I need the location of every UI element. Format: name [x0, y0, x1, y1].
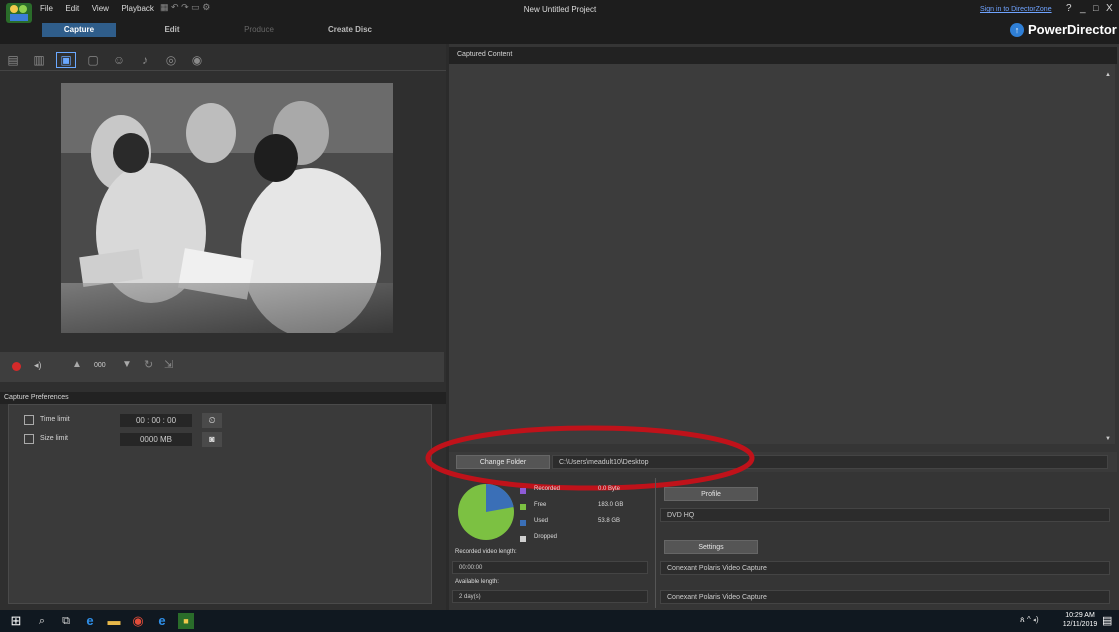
recorded-color-swatch — [520, 488, 526, 494]
refresh-icon[interactable]: ↻ — [144, 358, 156, 371]
legend-free-value: 183.0 GB — [598, 502, 624, 508]
minimize-button[interactable]: _ — [1080, 3, 1092, 14]
close-button[interactable]: X — [1106, 3, 1118, 14]
time-limit-label: Time limit — [40, 416, 70, 423]
help-button[interactable]: ? — [1066, 3, 1078, 14]
used-color-swatch — [520, 520, 526, 526]
recorded-length-label: Recorded video length: — [455, 549, 517, 555]
digital-tv-icon[interactable]: ▢ — [84, 53, 102, 67]
clock-date[interactable]: 12/11/2019 — [1060, 621, 1100, 628]
snapshot-camera-icon[interactable]: ◙ — [202, 432, 222, 447]
available-length-value: 2 day(s) — [452, 590, 648, 603]
dropped-color-swatch — [520, 536, 526, 542]
system-tray-icons[interactable]: ጰ ^ ◂) — [1020, 615, 1060, 625]
channel-counter: 000 — [94, 362, 106, 369]
webcam-icon[interactable]: ☺ — [110, 53, 128, 67]
time-limit-timer-icon[interactable]: ⏲ — [202, 413, 222, 428]
legend-free-label: Free — [534, 502, 547, 508]
capture-device-video: Conexant Polaris Video Capture — [660, 561, 1110, 575]
captured-content-header: Captured Content — [449, 47, 1117, 64]
capture-device-audio: Conexant Polaris Video Capture — [660, 590, 1110, 604]
menu-edit[interactable]: Edit — [65, 4, 79, 13]
disk-legend: Recorded 0.0 Byte Free 183.0 GB Used 53.… — [520, 486, 650, 546]
window-title: New Untitled Project — [523, 5, 597, 14]
free-color-swatch — [520, 504, 526, 510]
redo-icon[interactable]: ↷ — [181, 2, 189, 12]
menu-playback[interactable]: Playback — [121, 4, 153, 13]
hdv-camcorder-icon[interactable]: ▥ — [30, 53, 48, 67]
upgrade-icon[interactable]: ↑ — [1010, 23, 1024, 37]
capture-source-toolbar: ▤ ▥ ▣ ▢ ☺ ♪ ◎ ◉ — [4, 50, 444, 70]
settings-button[interactable]: Settings — [664, 540, 758, 554]
legend-used-label: Used — [534, 518, 549, 524]
sign-in-link[interactable]: Sign in to DirectorZone — [980, 6, 1070, 13]
capture-preferences-header: Capture Preferences — [0, 392, 446, 404]
restore-button[interactable]: □ — [1093, 3, 1105, 13]
menu-view[interactable]: View — [92, 4, 109, 13]
clock-time[interactable]: 10:29 AM — [1060, 612, 1100, 619]
quick-toolbar: ▦ ↶ ↷ ▭ ⚙ — [160, 2, 240, 14]
time-limit-checkbox[interactable] — [24, 415, 34, 425]
tv-capture-icon[interactable]: ▣ — [56, 52, 76, 68]
microphone-icon[interactable]: ♪ — [136, 53, 154, 67]
task-view-icon[interactable]: ⧉ — [58, 613, 74, 629]
search-icon[interactable]: ⌕ — [34, 613, 50, 629]
dv-camcorder-icon[interactable]: ▤ — [4, 53, 22, 67]
brand-name: PowerDirector — [1028, 22, 1117, 37]
record-button[interactable] — [12, 362, 21, 371]
available-length-label: Available length: — [455, 579, 499, 585]
tab-capture[interactable]: Capture — [42, 23, 116, 37]
tab-produce[interactable]: Produce — [234, 23, 284, 37]
notifications-icon[interactable]: ▤ — [1102, 614, 1116, 627]
legend-dropped-label: Dropped — [534, 534, 558, 540]
input-source-icon[interactable]: ⇲ — [164, 358, 178, 371]
time-limit-field[interactable]: 00 : 00 : 00 — [120, 414, 192, 427]
layout-icon[interactable]: ▭ — [191, 2, 200, 12]
disk-usage-pie-chart — [458, 483, 514, 540]
capture-transport-bar — [0, 352, 444, 382]
file-explorer-icon[interactable]: ▬ — [106, 613, 122, 629]
cd-audio-icon[interactable]: ◎ — [162, 53, 180, 67]
channel-down-icon[interactable]: ▼ — [122, 359, 134, 370]
size-limit-field[interactable]: 0000 MB — [120, 433, 192, 446]
powerdirector-taskbar-icon[interactable]: ■ — [178, 613, 194, 629]
chrome-icon[interactable]: ◉ — [130, 613, 146, 629]
divider — [0, 70, 446, 71]
gear-icon[interactable]: ⚙ — [202, 2, 210, 12]
edge-browser-icon[interactable]: e — [82, 613, 98, 629]
scroll-up-icon[interactable]: ▲ — [1105, 72, 1113, 78]
legend-recorded-value: 0.0 Byte — [598, 486, 621, 492]
recorded-length-value: 00:00:00 — [452, 561, 648, 574]
legend-used-value: 53.8 GB — [598, 518, 621, 524]
video-frame-image — [61, 83, 393, 333]
channel-up-icon[interactable]: ▲ — [72, 359, 84, 370]
internet-explorer-icon[interactable]: e — [154, 613, 170, 629]
video-preview — [61, 83, 393, 333]
app-logo-icon — [6, 3, 32, 23]
tab-edit[interactable]: Edit — [152, 23, 192, 37]
profile-button[interactable]: Profile — [664, 487, 758, 501]
profile-value: DVD HQ — [660, 508, 1110, 522]
tab-create-disc[interactable]: Create Disc — [320, 23, 380, 37]
legend-recorded-label: Recorded — [534, 486, 561, 492]
undo-icon[interactable]: ↶ — [171, 2, 179, 12]
scroll-down-icon[interactable]: ▼ — [1105, 436, 1113, 442]
windows-start-icon[interactable]: ⊞ — [8, 613, 24, 629]
captured-content-list[interactable] — [449, 64, 1115, 444]
size-limit-label: Size limit — [40, 435, 69, 442]
divider — [655, 478, 656, 608]
menu-file[interactable]: File — [40, 4, 53, 13]
volume-icon[interactable]: ◂) — [34, 360, 48, 371]
size-limit-checkbox[interactable] — [24, 434, 34, 444]
project-icon[interactable]: ▦ — [160, 2, 169, 12]
optical-device-icon[interactable]: ◉ — [188, 53, 206, 67]
